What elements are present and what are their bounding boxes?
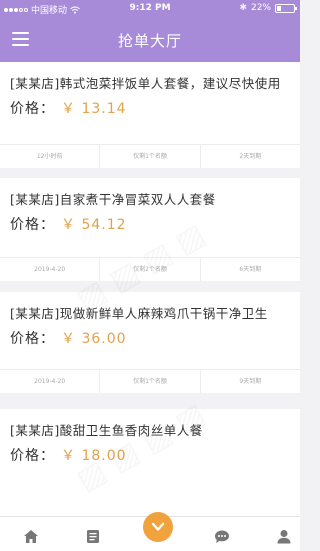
order-title: [某某店]酸甜卫生鱼香肉丝单人餐 <box>10 423 203 438</box>
tab-home[interactable] <box>21 526 41 546</box>
battery-fill <box>277 5 281 11</box>
order-meta: 12小时前 仅剩1个名额 2天到期 <box>0 144 300 168</box>
order-remaining: 仅剩1个名额 <box>100 370 201 393</box>
chevron-down-icon <box>151 522 165 531</box>
nav-bar: 抢单大厅 <box>0 18 300 62</box>
order-title: [某某店]韩式泡菜拌饭单人套餐，建议尽快使用 <box>10 76 281 91</box>
bluetooth-icon: ✱ <box>239 3 247 13</box>
price-value: ￥ 36.00 <box>61 331 127 347</box>
price-label: 价格： <box>10 217 55 233</box>
order-expiry: 2天到期 <box>239 153 262 160</box>
tab-profile[interactable] <box>274 526 294 546</box>
order-card[interactable]: [某某店]酸甜卫生鱼香肉丝单人餐 价格： ￥ 18.00 <box>0 409 300 516</box>
price-row: 价格： ￥ 36.00 <box>10 328 127 348</box>
status-bar: 中国移动 9:12 PM ✱ 22% <box>0 0 300 18</box>
profile-icon <box>277 529 291 543</box>
home-icon <box>24 529 38 543</box>
tab-grab-order[interactable] <box>143 512 173 542</box>
order-date: 2019-4-20 <box>0 258 101 281</box>
price-label: 价格： <box>10 101 55 117</box>
order-remaining: 仅剩2个名额 <box>100 258 201 281</box>
order-meta: 2019-4-20 仅剩2个名额 6天到期 <box>0 257 300 281</box>
price-value: ￥ 18.00 <box>61 448 127 464</box>
order-expiry: 9天到期 <box>239 378 262 385</box>
order-card[interactable]: [某某店]现做新鲜单人麻辣鸡爪干锅干净卫生 价格： ￥ 36.00 2019-4… <box>0 292 300 393</box>
battery-percent: 22% <box>250 3 271 13</box>
price-row: 价格： ￥ 18.00 <box>10 445 127 465</box>
order-expiry: 6天到期 <box>239 266 262 273</box>
order-card[interactable]: [某某店]自家煮干净冒菜双人人套餐 价格： ￥ 54.12 2019-4-20 … <box>0 178 300 281</box>
price-label: 价格： <box>10 331 55 347</box>
price-row: 价格： ￥ 54.12 <box>10 214 127 234</box>
price-value: ￥ 54.12 <box>61 217 127 233</box>
order-title: [某某店]现做新鲜单人麻辣鸡爪干锅干净卫生 <box>10 306 268 321</box>
order-date: 2019-4-20 <box>0 370 101 393</box>
order-remaining: 仅剩1个名额 <box>100 145 201 168</box>
list-icon <box>87 529 99 543</box>
order-card[interactable]: [某某店]韩式泡菜拌饭单人套餐，建议尽快使用 价格： ￥ 13.14 12小时前… <box>0 62 300 168</box>
battery-icon <box>275 3 297 13</box>
price-value: ￥ 13.14 <box>61 101 127 117</box>
tab-list[interactable] <box>83 526 103 546</box>
order-meta: 2019-4-20 仅剩1个名额 9天到期 <box>0 369 300 393</box>
page-title: 抢单大厅 <box>117 32 182 50</box>
order-date: 12小时前 <box>0 145 101 168</box>
price-row: 价格： ￥ 13.14 <box>10 98 127 118</box>
order-title: [某某店]自家煮干净冒菜双人人套餐 <box>10 192 216 207</box>
message-icon <box>215 530 229 543</box>
price-label: 价格： <box>10 448 55 464</box>
tab-messages[interactable] <box>212 526 232 546</box>
status-right: ✱ 22% <box>239 3 297 13</box>
